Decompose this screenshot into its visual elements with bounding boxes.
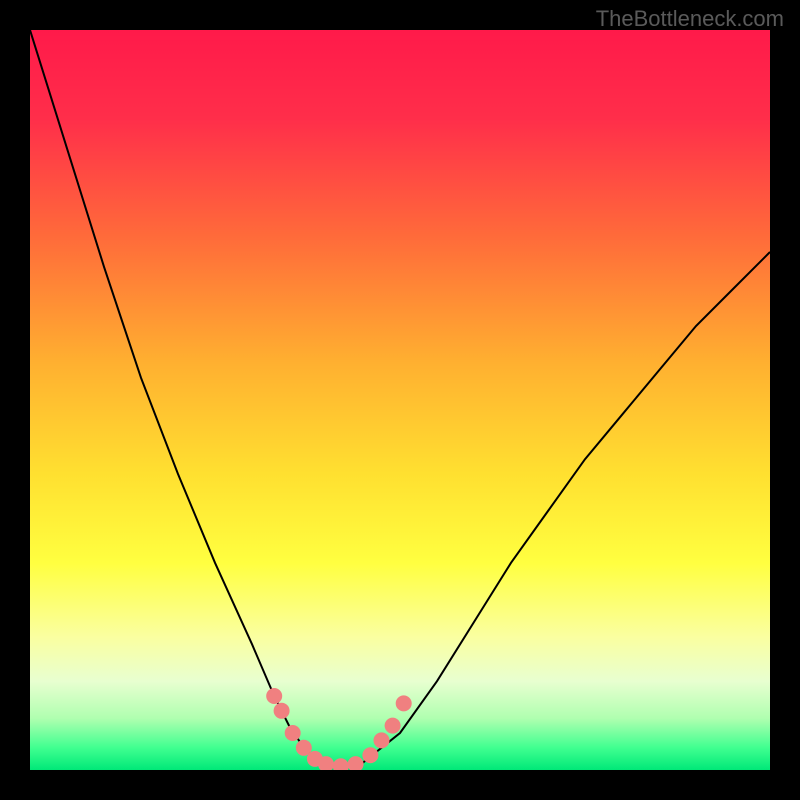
watermark-text: TheBottleneck.com [596, 6, 784, 32]
marker-point [266, 688, 282, 704]
marker-point [362, 747, 378, 763]
marker-point [348, 756, 364, 770]
marker-point [274, 703, 290, 719]
marker-point [396, 695, 412, 711]
plot-area [30, 30, 770, 770]
curve-markers [266, 688, 412, 770]
marker-point [285, 725, 301, 741]
chart-svg [30, 30, 770, 770]
marker-point [333, 758, 349, 770]
bottleneck-curve [30, 30, 770, 766]
marker-point [374, 732, 390, 748]
marker-point [385, 718, 401, 734]
